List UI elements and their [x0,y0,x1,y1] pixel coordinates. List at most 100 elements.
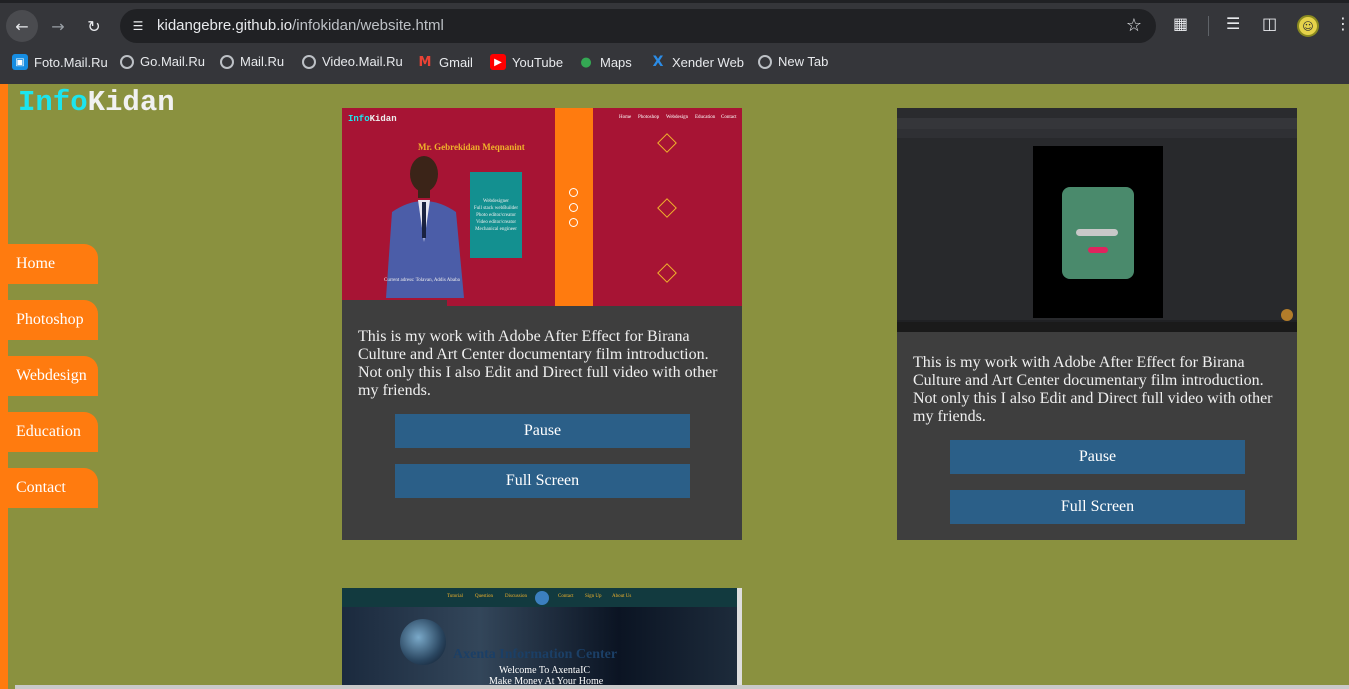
bookmark-label: Mail.Ru [240,54,285,69]
tab-strip [0,0,1349,3]
globe-icon [758,54,772,69]
foto-mail-icon: ▣ [12,54,28,70]
thumb-login-field [1076,229,1118,236]
thumb-browser-tabs [897,108,1297,118]
video-thumbnail[interactable]: InfoKidan Mr. Gebrekidan Meqnanint Webde… [342,108,742,306]
sidebar-item-photoshop[interactable]: Photoshop [8,300,98,340]
thumb-browser-bookmarks [897,129,1297,138]
sidebar-item-home[interactable]: Home [8,244,98,284]
person-photo [386,156,464,298]
toolbar-divider [1208,16,1209,36]
fullscreen-button[interactable]: Full Screen [395,464,690,498]
bookmark-foto-mail[interactable]: ▣ Foto.Mail.Ru [12,54,108,70]
pause-button[interactable]: Pause [950,440,1245,474]
instagram-icon [569,218,578,227]
thumb-nav-item: Tutorial [447,594,463,599]
bookmark-star-icon[interactable]: ☆ [1126,15,1142,36]
thumb-hero-subtitle: Welcome To AxentaIC [499,665,591,676]
url-text[interactable]: kidangebre.github.io/infokidan/website.h… [157,17,444,34]
thumb-nav-item: Question [475,594,494,599]
thumb-nav-bar: Tutorial Question Discussion Contact Sig… [342,588,742,607]
thumb-nav-item: Education [695,115,716,120]
bookmark-label: New Tab [778,54,829,69]
thumb-nav-item: Sign Up [585,594,602,599]
thumb-taskbar [897,322,1297,332]
thumb-nav-item: Contact [558,594,574,599]
profile-avatar[interactable]: ☺ [1297,15,1319,37]
thumb-info-box: Webdesigner Full stack webBuilder Photo … [470,172,522,258]
site-info-icon[interactable]: ☰ [128,16,148,36]
youtube-icon: ▶ [490,54,506,70]
decor-diamond [657,133,677,153]
thumb-hero-lamp [400,619,446,665]
bookmark-video-mail[interactable]: Video.Mail.Ru [302,54,403,69]
bookmark-label: Video.Mail.Ru [322,54,403,69]
twitter-icon [569,203,578,212]
maps-icon: ● [580,54,592,70]
sidebar-item-education[interactable]: Education [8,412,98,452]
thumb-nav-item: Discussion [505,594,527,599]
bookmark-go-mail[interactable]: Go.Mail.Ru [120,54,205,69]
url-path: /infokidan/website.html [292,17,444,34]
video-card: InfoKidan Mr. Gebrekidan Meqnanint Webde… [342,108,742,540]
facebook-icon [569,188,578,197]
thumb-avatar-badge [1281,309,1293,321]
thumb-login-text [1074,207,1122,217]
bookmark-youtube[interactable]: ▶ YouTube [490,54,563,70]
decor-diamond [657,263,677,283]
thumb-hero-title: Axenta Information Center [453,647,618,662]
bookmark-label: Xender Web [672,54,745,70]
thumb-browser-address [897,118,1297,129]
bookmark-gmail[interactable]: M Gmail [417,54,473,70]
bookmark-label: Gmail [439,54,473,70]
forward-arrow-icon[interactable]: → [42,10,74,42]
logo-part-info: Info [18,86,88,119]
bookmark-mail-ru[interactable]: Mail.Ru [220,54,284,69]
card-description: This is my work with Adobe After Effect … [913,354,1273,425]
url-host: kidangebre.github.io [157,17,293,34]
back-arrow-icon[interactable]: ← [6,10,38,42]
sidebar-item-webdesign[interactable]: Webdesign [8,356,98,396]
horizontal-scrollbar[interactable] [15,685,1349,689]
bookmark-maps[interactable]: ● Maps [578,54,632,70]
extensions-icon[interactable]: ▦ [1173,14,1188,33]
thumb-nav-item: About Us [612,594,632,599]
fullscreen-button[interactable]: Full Screen [950,490,1245,524]
thumb-nav-item: Contact [721,115,737,120]
thumb-logo: InfoKidan [348,114,397,124]
thumb-caption: Current adress: Tolavan, Addis Ababa [384,278,460,283]
card-description: This is my work with Adobe After Effect … [358,328,718,399]
xender-icon: X [652,54,664,70]
menu-kebab-icon[interactable]: ⋮ [1335,14,1349,33]
address-bar[interactable]: ☰ kidangebre.github.io/infokidan/website… [120,9,1156,43]
browser-chrome: ← → ↻ ☰ kidangebre.github.io/infokidan/w… [0,0,1349,84]
bookmark-xender[interactable]: X Xender Web [650,54,744,70]
bookmark-label: YouTube [512,54,564,70]
thumb-nav-item: Webdesign [666,115,689,120]
thumb-nav-item: Home [619,115,632,120]
reading-list-icon[interactable]: ☰ [1226,14,1240,33]
thumb-status-strip [342,300,447,306]
logo-part-kidan: Kidan [87,86,175,119]
video-thumbnail[interactable]: Tutorial Question Discussion Contact Sig… [342,588,742,689]
thumb-login-button [1088,247,1108,253]
bookmark-label: Maps [600,54,632,70]
globe-icon [220,54,234,69]
thumb-nav-item: Photoshop [638,115,660,120]
reload-icon[interactable]: ↻ [78,10,110,42]
video-card: This is my work with Adobe After Effect … [897,108,1297,540]
bookmark-new-tab[interactable]: New Tab [758,54,828,69]
thumb-scrollbar [737,588,742,689]
thumb-logo-icon [535,591,549,605]
sidebar-item-contact[interactable]: Contact [8,468,98,508]
globe-icon [302,54,316,69]
bookmark-label: Go.Mail.Ru [140,54,206,69]
gmail-icon: M [418,54,432,70]
video-thumbnail[interactable] [897,108,1297,332]
thumb-login-card [1062,187,1134,279]
left-accent-bar [0,84,8,689]
bookmark-label: Foto.Mail.Ru [34,54,108,70]
site-logo[interactable]: InfoKidan [18,86,175,119]
side-panel-icon[interactable]: ◫ [1262,14,1277,33]
pause-button[interactable]: Pause [395,414,690,448]
